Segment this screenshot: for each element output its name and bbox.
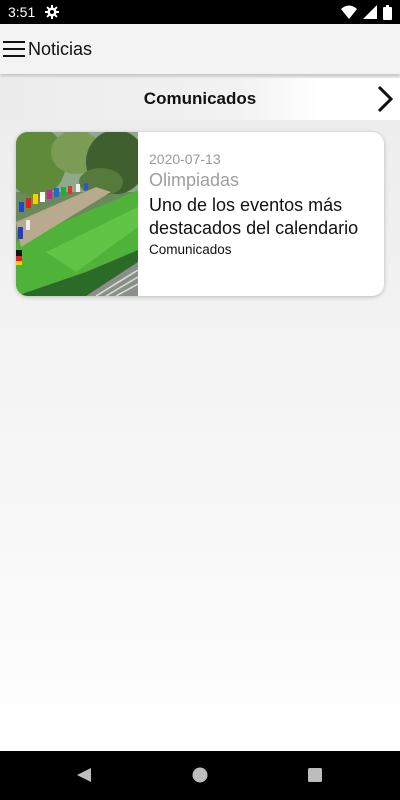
battery-icon <box>383 4 392 20</box>
news-title: Uno de los eventos más destacados del ca… <box>149 195 359 238</box>
page-title: Noticias <box>28 38 93 59</box>
system-nav-bar <box>0 751 400 800</box>
hamburger-menu-icon[interactable] <box>3 41 25 57</box>
category-tab-bar: Comunicados <box>0 78 400 120</box>
wifi-icon <box>341 5 357 19</box>
chevron-right-icon[interactable] <box>376 85 394 113</box>
news-date: 2020-07-13 <box>149 151 221 167</box>
news-card-body: 2020-07-13 Olimpiadas Uno de los eventos… <box>138 132 384 296</box>
recents-icon[interactable] <box>307 767 323 783</box>
settings-icon <box>45 5 60 19</box>
back-icon[interactable] <box>76 767 92 783</box>
status-bar: 3:51 <box>0 0 400 24</box>
signal-icon <box>363 5 377 19</box>
news-category: Olimpiadas <box>149 170 240 190</box>
home-icon[interactable] <box>192 767 208 783</box>
news-card[interactable]: 2020-07-13 Olimpiadas Uno de los eventos… <box>16 132 384 296</box>
tab-comunicados[interactable]: Comunicados <box>144 89 256 109</box>
status-time: 3:51 <box>8 4 36 20</box>
app-bar: Noticias <box>0 24 400 74</box>
flags-parade-image <box>16 132 138 296</box>
news-tag: Comunicados <box>149 242 232 257</box>
